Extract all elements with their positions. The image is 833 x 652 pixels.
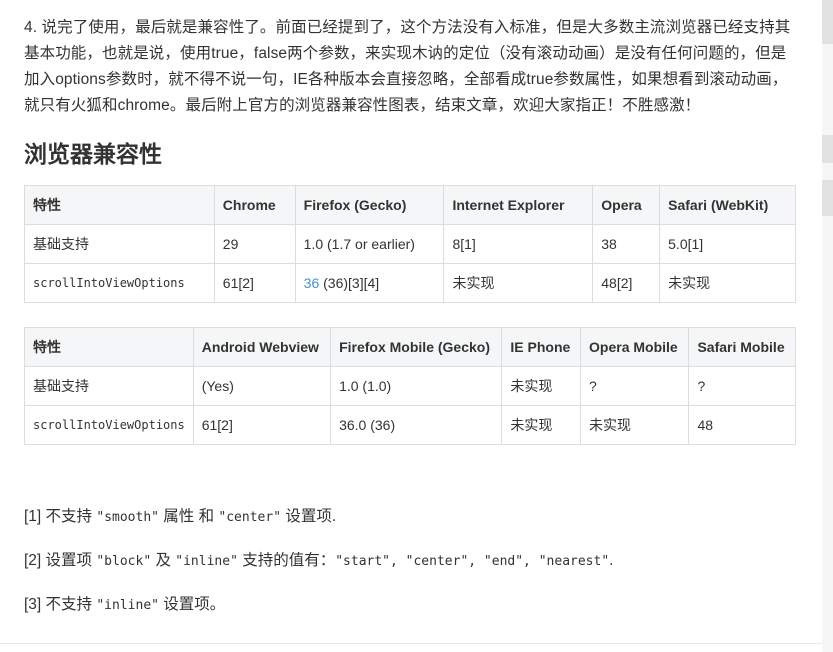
footnote-code: "inline" <box>175 554 238 569</box>
table-header-cell: Opera Mobile <box>580 327 690 367</box>
footnote-text: [3] 不支持 <box>24 596 97 613</box>
table-cell: 29 <box>213 224 296 264</box>
table-row: scrollIntoViewOptions 61[2] 36.0 (36) 未实… <box>24 405 796 445</box>
table-header-cell: 特性 <box>24 185 215 225</box>
table-cell: (Yes) <box>192 366 332 406</box>
footnote-text: 属性 和 <box>158 508 219 525</box>
compat-heading: 浏览器兼容性 <box>24 142 162 168</box>
footnote-code: "block" <box>96 554 152 569</box>
footnotes: [1] 不支持 "smooth" 属性 和 "center" 设置项. [2] … <box>24 505 796 618</box>
table-header-cell: IE Phone <box>501 327 582 367</box>
side-tab[interactable] <box>822 180 833 216</box>
table-header-cell: Opera <box>592 185 661 225</box>
footnote-code: "inline" <box>96 598 159 613</box>
table-header-row: 特性 Android Webview Firefox Mobile (Gecko… <box>24 327 796 367</box>
right-side-panel <box>822 0 833 652</box>
firefox-version-link[interactable]: 36 <box>304 275 320 291</box>
table-header-cell: Safari (WebKit) <box>659 185 796 225</box>
footnote-code: "center" <box>218 510 282 525</box>
table-row: 基础支持 (Yes) 1.0 (1.0) 未实现 ? ? <box>24 366 796 406</box>
footnote-text: 设置项。 <box>158 596 226 613</box>
mobile-compat-table: 特性 Android Webview Firefox Mobile (Gecko… <box>24 327 796 445</box>
table-cell: 未实现 <box>501 366 582 406</box>
table-cell: 基础支持 <box>24 366 194 406</box>
table-header-cell: Chrome <box>213 185 296 225</box>
table-cell: 未实现 <box>659 263 796 303</box>
table-header-cell: Safari Mobile <box>688 327 796 367</box>
table-cell: ? <box>580 366 690 406</box>
table-cell: 未实现 <box>580 405 690 445</box>
table-cell: 38 <box>592 224 661 264</box>
table-cell: ? <box>688 366 796 406</box>
table-header-cell: Firefox (Gecko) <box>294 185 445 225</box>
table-cell: 36 (36)[3][4] <box>294 263 445 303</box>
footnote-text: . <box>609 552 614 569</box>
table-cell: 基础支持 <box>24 224 215 264</box>
footnote-text: 支持的值有： <box>237 552 336 569</box>
table-cell: scrollIntoViewOptions <box>24 405 194 445</box>
desktop-compat-table: 特性 Chrome Firefox (Gecko) Internet Explo… <box>24 185 796 303</box>
footnote-code: "smooth" <box>96 510 159 525</box>
table-cell: 36.0 (36) <box>330 405 503 445</box>
table-cell: 未实现 <box>443 263 594 303</box>
footnote-text: [1] 不支持 <box>24 508 97 525</box>
divider <box>0 643 822 644</box>
table-header-cell: Firefox Mobile (Gecko) <box>330 327 503 367</box>
footnote-2: [2] 设置项 "block" 及 "inline" 支持的值有："start"… <box>24 549 796 574</box>
table-row: scrollIntoViewOptions 61[2] 36 (36)[3][4… <box>24 263 796 303</box>
footnote-text: [2] 设置项 <box>24 552 97 569</box>
table-cell: 未实现 <box>501 405 582 445</box>
table-cell: 48[2] <box>592 263 661 303</box>
table-cell: 5.0[1] <box>659 224 796 264</box>
table-cell: 1.0 (1.0) <box>330 366 503 406</box>
side-tab[interactable] <box>822 135 833 163</box>
table-header-cell: Android Webview <box>192 327 332 367</box>
footnote-text: 设置项. <box>281 508 337 525</box>
table-cell: 61[2] <box>213 263 296 303</box>
article-content: 4. 说完了使用，最后就是兼容性了。前面已经提到了，这个方法没有入标准，但是大多… <box>24 0 796 637</box>
footnote-text: 及 <box>151 552 176 569</box>
footnote-code: "start", "center", "end", "nearest" <box>335 554 610 569</box>
table-cell: scrollIntoViewOptions <box>24 263 215 303</box>
table-cell: 48 <box>688 405 796 445</box>
table-cell: 1.0 (1.7 or earlier) <box>294 224 445 264</box>
table-header-cell: 特性 <box>24 327 194 367</box>
table-row: 基础支持 29 1.0 (1.7 or earlier) 8[1] 38 5.0… <box>24 224 796 264</box>
intro-paragraph: 4. 说完了使用，最后就是兼容性了。前面已经提到了，这个方法没有入标准，但是大多… <box>24 19 791 114</box>
table-header-row: 特性 Chrome Firefox (Gecko) Internet Explo… <box>24 185 796 225</box>
firefox-version-rest: (36)[3][4] <box>319 275 380 291</box>
side-tab[interactable] <box>822 0 833 44</box>
footnote-1: [1] 不支持 "smooth" 属性 和 "center" 设置项. <box>24 505 796 530</box>
table-cell: 8[1] <box>443 224 594 264</box>
table-header-cell: Internet Explorer <box>443 185 594 225</box>
footnote-3: [3] 不支持 "inline" 设置项。 <box>24 593 796 618</box>
table-cell: 61[2] <box>192 405 332 445</box>
